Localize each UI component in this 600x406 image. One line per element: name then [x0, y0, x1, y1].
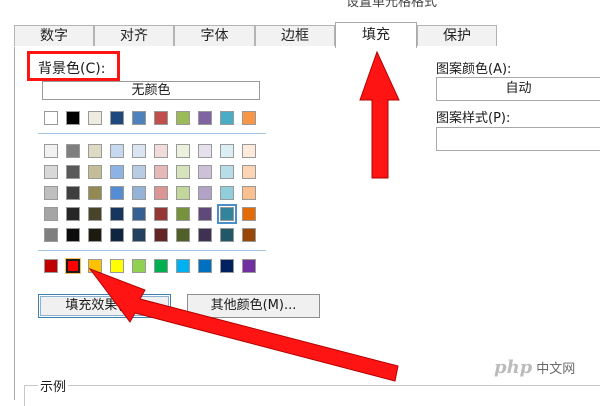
- theme-shade-swatch[interactable]: [242, 165, 256, 179]
- theme-shade-swatch[interactable]: [242, 186, 256, 200]
- theme-shade-swatch[interactable]: [242, 207, 256, 221]
- theme-shade-swatch[interactable]: [154, 207, 168, 221]
- theme-shade-swatch[interactable]: [66, 186, 80, 200]
- theme-shade-swatch[interactable]: [154, 165, 168, 179]
- theme-shade-swatch[interactable]: [242, 144, 256, 158]
- theme-shade-swatch[interactable]: [44, 228, 58, 242]
- palette-divider: [38, 250, 266, 251]
- theme-shade-swatch[interactable]: [110, 186, 124, 200]
- theme-shade-swatch[interactable]: [44, 144, 58, 158]
- theme-shade-swatch[interactable]: [220, 228, 234, 242]
- theme-shade-swatch[interactable]: [198, 228, 212, 242]
- theme-color-swatch[interactable]: [88, 111, 102, 125]
- tab-fill[interactable]: 填充: [335, 22, 417, 48]
- theme-shade-swatch[interactable]: [110, 144, 124, 158]
- theme-shade-swatch[interactable]: [88, 165, 102, 179]
- standard-color-swatch[interactable]: [176, 259, 190, 273]
- theme-shade-swatch[interactable]: [132, 228, 146, 242]
- sample-frame: [24, 385, 600, 406]
- tab-font[interactable]: 字体: [174, 25, 255, 46]
- theme-shade-swatch[interactable]: [44, 186, 58, 200]
- watermark-logo: php: [494, 356, 533, 378]
- standard-color-swatch[interactable]: [65, 258, 81, 274]
- theme-shade-swatch[interactable]: [66, 165, 80, 179]
- annotation-highlight-box: [27, 51, 120, 81]
- theme-color-swatch[interactable]: [132, 111, 146, 125]
- theme-shade-swatch[interactable]: [217, 204, 237, 224]
- standard-color-swatch[interactable]: [44, 259, 58, 273]
- theme-shade-swatch[interactable]: [132, 165, 146, 179]
- theme-shade-swatch[interactable]: [88, 186, 102, 200]
- theme-color-swatch[interactable]: [198, 111, 212, 125]
- tab-alignment[interactable]: 对齐: [94, 25, 174, 46]
- theme-shade-swatch[interactable]: [176, 228, 190, 242]
- pattern-style-dropdown[interactable]: [436, 127, 600, 151]
- theme-shade-swatch[interactable]: [154, 144, 168, 158]
- theme-shade-swatch[interactable]: [176, 186, 190, 200]
- theme-shade-swatch[interactable]: [66, 207, 80, 221]
- theme-shade-swatch[interactable]: [198, 186, 212, 200]
- pattern-color-dropdown[interactable]: 自动: [436, 77, 600, 101]
- title-bar: 设置单元格格式: [0, 0, 600, 22]
- standard-color-swatch[interactable]: [110, 259, 124, 273]
- theme-color-swatch[interactable]: [44, 111, 58, 125]
- theme-shade-swatch[interactable]: [242, 228, 256, 242]
- theme-shade-swatch[interactable]: [44, 165, 58, 179]
- theme-shade-swatch[interactable]: [110, 228, 124, 242]
- theme-shade-swatch[interactable]: [110, 207, 124, 221]
- fill-effects-button[interactable]: 填充效果(I)...: [38, 294, 171, 318]
- theme-shade-swatch[interactable]: [220, 144, 234, 158]
- theme-shade-swatch[interactable]: [110, 165, 124, 179]
- standard-color-swatch[interactable]: [242, 259, 256, 273]
- watermark: php 中文网: [494, 356, 576, 378]
- pattern-style-label: 图案样式(P):: [436, 111, 511, 126]
- no-color-button[interactable]: 无颜色: [42, 81, 260, 100]
- theme-shade-swatch[interactable]: [198, 144, 212, 158]
- standard-color-swatch[interactable]: [198, 259, 212, 273]
- theme-color-swatch[interactable]: [242, 111, 256, 125]
- tab-border[interactable]: 边框: [255, 25, 335, 46]
- theme-shade-swatch[interactable]: [132, 207, 146, 221]
- standard-color-swatch[interactable]: [220, 259, 234, 273]
- theme-shade-swatch[interactable]: [132, 144, 146, 158]
- sample-label: 示例: [38, 376, 69, 395]
- theme-shade-swatch[interactable]: [88, 228, 102, 242]
- theme-shade-swatch[interactable]: [66, 144, 80, 158]
- theme-shade-swatch[interactable]: [88, 144, 102, 158]
- theme-shade-swatch[interactable]: [176, 165, 190, 179]
- theme-shade-swatch[interactable]: [176, 207, 190, 221]
- watermark-site-name: 中文网: [536, 361, 576, 377]
- theme-color-swatch[interactable]: [66, 111, 80, 125]
- theme-shade-swatch[interactable]: [176, 144, 190, 158]
- theme-shade-swatch[interactable]: [154, 228, 168, 242]
- window-title: 设置单元格格式: [346, 0, 438, 10]
- tab-protection[interactable]: 保护: [417, 25, 497, 46]
- theme-shade-swatch[interactable]: [132, 186, 146, 200]
- palette-divider: [38, 133, 266, 134]
- theme-shade-swatch[interactable]: [220, 165, 234, 179]
- theme-shade-swatch[interactable]: [88, 207, 102, 221]
- theme-color-swatch[interactable]: [176, 111, 190, 125]
- standard-color-swatch[interactable]: [88, 259, 102, 273]
- theme-shade-swatch[interactable]: [66, 228, 80, 242]
- theme-color-swatch[interactable]: [110, 111, 124, 125]
- theme-color-swatch[interactable]: [154, 111, 168, 125]
- theme-shade-swatch[interactable]: [44, 207, 58, 221]
- theme-shade-swatch[interactable]: [198, 165, 212, 179]
- theme-color-swatch[interactable]: [220, 111, 234, 125]
- standard-color-swatch[interactable]: [154, 259, 168, 273]
- tab-strip: 数字 对齐 字体 边框 填充 保护: [14, 22, 600, 48]
- theme-shade-swatch[interactable]: [220, 186, 234, 200]
- theme-shade-swatch[interactable]: [198, 207, 212, 221]
- theme-shade-swatch[interactable]: [154, 186, 168, 200]
- standard-color-swatch[interactable]: [132, 259, 146, 273]
- pattern-color-label: 图案颜色(A):: [436, 62, 512, 77]
- more-colors-button[interactable]: 其他颜色(M)...: [187, 294, 320, 318]
- tab-number[interactable]: 数字: [14, 25, 94, 46]
